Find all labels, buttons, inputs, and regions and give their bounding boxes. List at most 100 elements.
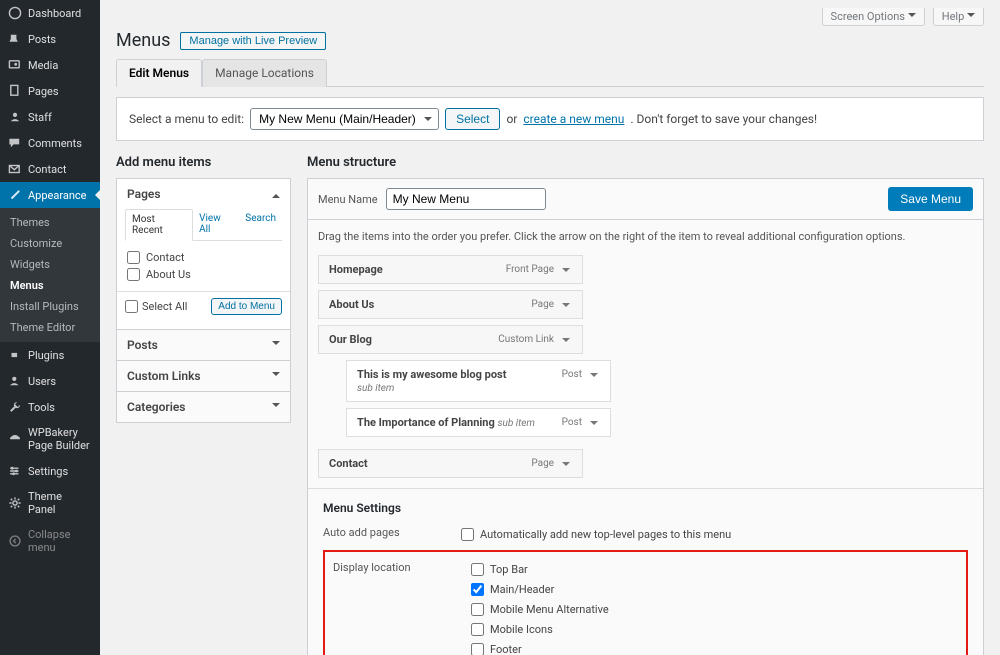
menu-select[interactable]: My New Menu (Main/Header): [250, 108, 439, 130]
chevron-down-icon[interactable]: [588, 369, 600, 381]
menu-item-label: This is my awesome blog post: [357, 368, 506, 381]
submenu-widgets[interactable]: Widgets: [0, 254, 100, 275]
chevron-down-icon[interactable]: [560, 458, 572, 470]
sidebar-item-comments[interactable]: Comments: [0, 130, 100, 156]
submenu-themes[interactable]: Themes: [0, 212, 100, 233]
chevron-down-icon[interactable]: [588, 417, 600, 429]
sidebar-item-users[interactable]: Users: [0, 368, 100, 394]
page-checkbox-about[interactable]: About Us: [127, 266, 280, 283]
sidebar-item-wpbakery[interactable]: WPBakery Page Builder: [0, 420, 100, 458]
acc-head-posts[interactable]: Posts: [117, 329, 290, 360]
sidebar-item-plugins[interactable]: Plugins: [0, 342, 100, 368]
menu-settings-title: Menu Settings: [323, 501, 968, 515]
sidebar-item-appearance[interactable]: Appearance: [0, 182, 100, 208]
checkbox[interactable]: [125, 300, 138, 313]
add-items-title: Add menu items: [116, 155, 291, 170]
brush-icon: [8, 188, 22, 202]
acc-head-custom-links[interactable]: Custom Links: [117, 360, 290, 391]
checkbox[interactable]: [471, 643, 484, 655]
label: Contact: [146, 251, 184, 264]
sidebar-item-dashboard[interactable]: Dashboard: [0, 0, 100, 26]
submenu-install-plugins[interactable]: Install Plugins: [0, 296, 100, 317]
sidebar-item-media[interactable]: Media: [0, 52, 100, 78]
menu-item-label: Contact: [329, 457, 368, 470]
submenu-customize[interactable]: Customize: [0, 233, 100, 254]
plug-icon: [8, 348, 22, 362]
sidebar-item-theme-panel[interactable]: Theme Panel: [0, 484, 100, 522]
label: Posts: [127, 338, 158, 352]
create-new-menu-link[interactable]: create a new menu: [523, 112, 624, 126]
page-checkbox-contact[interactable]: Contact: [127, 249, 280, 266]
location-main-header[interactable]: Main/Header: [471, 581, 609, 598]
location-footer[interactable]: Footer: [471, 641, 609, 655]
menu-item-type: Custom Link: [498, 334, 554, 345]
label: Categories: [127, 400, 185, 414]
chevron-down-icon: [967, 13, 975, 21]
checkbox[interactable]: [471, 563, 484, 576]
screen-options-button[interactable]: Screen Options: [822, 8, 925, 26]
sidebar-item-posts[interactable]: Posts: [0, 26, 100, 52]
location-top-bar[interactable]: Top Bar: [471, 561, 609, 578]
add-to-menu-button[interactable]: Add to Menu: [211, 298, 282, 315]
menu-structure-column: Menu structure Menu Name Save Menu Drag …: [307, 155, 984, 655]
chevron-down-icon[interactable]: [560, 264, 572, 276]
select-all-checkbox[interactable]: Select All: [125, 300, 187, 313]
live-preview-button[interactable]: Manage with Live Preview: [180, 32, 326, 50]
help-button[interactable]: Help: [933, 8, 984, 26]
menu-select-wrap: My New Menu (Main/Header): [250, 108, 439, 130]
sidebar-item-pages[interactable]: Pages: [0, 78, 100, 104]
checkbox[interactable]: [461, 528, 474, 541]
sidebar-item-settings[interactable]: Settings: [0, 458, 100, 484]
checkbox[interactable]: [471, 583, 484, 596]
chevron-down-icon: [272, 341, 280, 349]
subtab-search[interactable]: Search: [239, 209, 282, 240]
sidebar-item-staff[interactable]: Staff: [0, 104, 100, 130]
sidebar-label: Collapse menu: [28, 528, 92, 554]
menu-editor: Menu Name Save Menu Drag the items into …: [307, 178, 984, 655]
acc-head-categories[interactable]: Categories: [117, 391, 290, 422]
submenu-theme-editor[interactable]: Theme Editor: [0, 317, 100, 338]
submenu-menus[interactable]: Menus: [0, 275, 100, 296]
add-items-column: Add menu items Pages Most Recent View Al…: [116, 155, 291, 655]
sidebar-label: Staff: [28, 111, 52, 124]
staff-icon: [8, 110, 22, 124]
menu-item-label: About Us: [329, 298, 374, 311]
subtab-view-all[interactable]: View All: [193, 209, 239, 240]
location-mobile-icons[interactable]: Mobile Icons: [471, 621, 609, 638]
location-options: Top Bar Main/Header Mobile Menu Alternat…: [471, 561, 609, 655]
save-menu-button-top[interactable]: Save Menu: [888, 187, 973, 211]
menu-item-contact[interactable]: ContactPage: [318, 449, 583, 478]
subtab-most-recent[interactable]: Most Recent: [125, 209, 193, 241]
checkbox[interactable]: [471, 623, 484, 636]
auto-add-checkbox[interactable]: Automatically add new top-level pages to…: [461, 526, 731, 543]
checkbox[interactable]: [471, 603, 484, 616]
select-button[interactable]: Select: [445, 108, 500, 130]
sidebar-submenu-appearance: Themes Customize Widgets Menus Install P…: [0, 208, 100, 342]
chevron-down-icon[interactable]: [560, 334, 572, 346]
wrench-icon: [8, 400, 22, 414]
pages-checklist: Contact About Us: [117, 247, 290, 285]
sidebar-label: Appearance: [28, 189, 87, 202]
menu-item-type: Post: [562, 417, 582, 428]
sidebar-item-contact[interactable]: Contact: [0, 156, 100, 182]
menu-name-input[interactable]: [386, 188, 546, 210]
tab-manage-locations[interactable]: Manage Locations: [202, 59, 327, 87]
menu-item-planning[interactable]: The Importance of Planning sub itemPost: [346, 408, 611, 437]
chevron-down-icon[interactable]: [560, 299, 572, 311]
location-mobile-alt[interactable]: Mobile Menu Alternative: [471, 601, 609, 618]
label: Pages: [127, 187, 161, 201]
collapse-icon: [8, 534, 22, 548]
acc-head-pages[interactable]: Pages: [117, 179, 290, 209]
sidebar-collapse[interactable]: Collapse menu: [0, 522, 100, 560]
menu-item-homepage[interactable]: HomepageFront Page: [318, 255, 583, 284]
checkbox[interactable]: [127, 268, 140, 281]
menu-item-blog-post[interactable]: This is my awesome blog postPost sub ite…: [346, 360, 611, 402]
sidebar-label: Pages: [28, 85, 59, 98]
checkbox[interactable]: [127, 251, 140, 264]
menu-item-about[interactable]: About UsPage: [318, 290, 583, 319]
notice-or: or: [506, 112, 517, 126]
page-header: Menus Manage with Live Preview: [116, 30, 984, 51]
tab-edit-menus[interactable]: Edit Menus: [116, 59, 202, 87]
menu-item-blog[interactable]: Our BlogCustom Link: [318, 325, 583, 354]
sidebar-item-tools[interactable]: Tools: [0, 394, 100, 420]
